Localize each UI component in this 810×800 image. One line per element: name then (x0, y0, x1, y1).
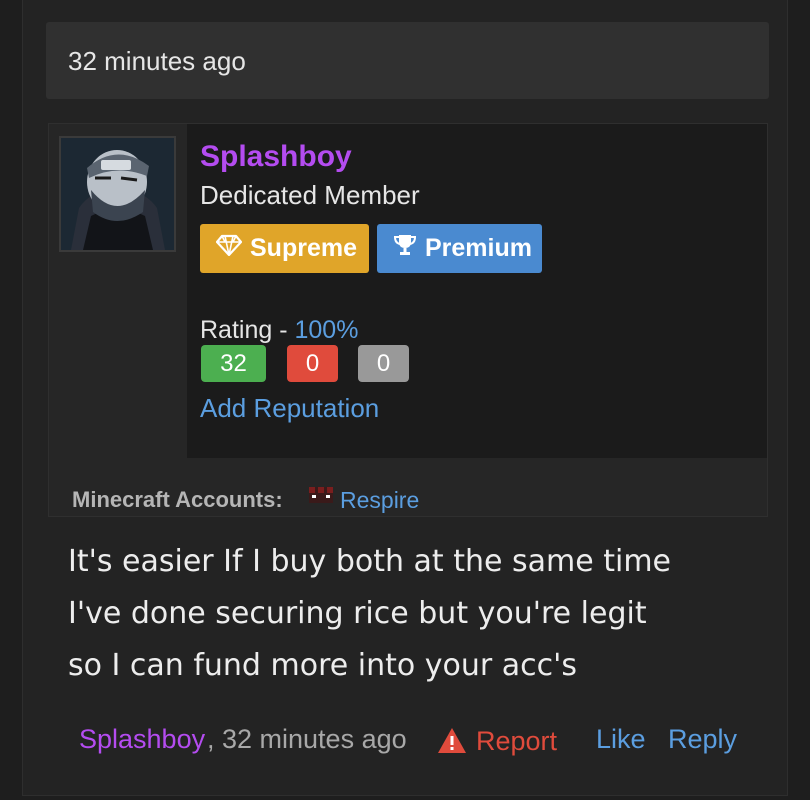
post-time-text: 32 minutes ago (68, 46, 246, 76)
premium-badge: Premium (377, 224, 542, 273)
rating-text: Rating - (200, 316, 295, 344)
negative-reputation-count[interactable]: 0 (287, 345, 338, 382)
like-link[interactable]: Like (596, 724, 646, 755)
rating-percent: 100% (294, 316, 359, 344)
minecraft-accounts-label: Minecraft Accounts: (72, 487, 283, 512)
trophy-icon (393, 233, 425, 264)
supreme-badge-label: Supreme (250, 234, 357, 262)
add-reputation-link[interactable]: Add Reputation (200, 393, 379, 424)
message-line: so I can fund more into your acc's (68, 648, 577, 683)
rating-label: Rating - 100% (200, 316, 358, 345)
message-line: I've done securing rice but you're legit (68, 596, 647, 631)
avatar[interactable] (59, 136, 176, 252)
author-title: Dedicated Member (200, 180, 420, 210)
footer-timestamp: , 32 minutes ago (207, 724, 407, 754)
footer-author-link[interactable]: Splashboy (79, 724, 205, 755)
author-username[interactable]: Splashboy (200, 140, 352, 174)
post-time-header: 32 minutes ago (46, 22, 769, 99)
reply-link[interactable]: Reply (668, 724, 737, 755)
post-message: It's easier If I buy both at the same ti… (68, 536, 768, 692)
warning-icon[interactable] (437, 727, 467, 754)
minecraft-account-link[interactable]: Respire (340, 487, 419, 514)
minecraft-head-icon (309, 483, 333, 503)
report-link[interactable]: Report (476, 726, 557, 757)
premium-badge-label: Premium (425, 234, 532, 262)
supreme-badge: Supreme (200, 224, 369, 273)
positive-reputation-count[interactable]: 32 (201, 345, 266, 382)
neutral-reputation-count[interactable]: 0 (358, 345, 409, 382)
diamond-icon (215, 234, 250, 263)
message-line: It's easier If I buy both at the same ti… (68, 544, 672, 579)
